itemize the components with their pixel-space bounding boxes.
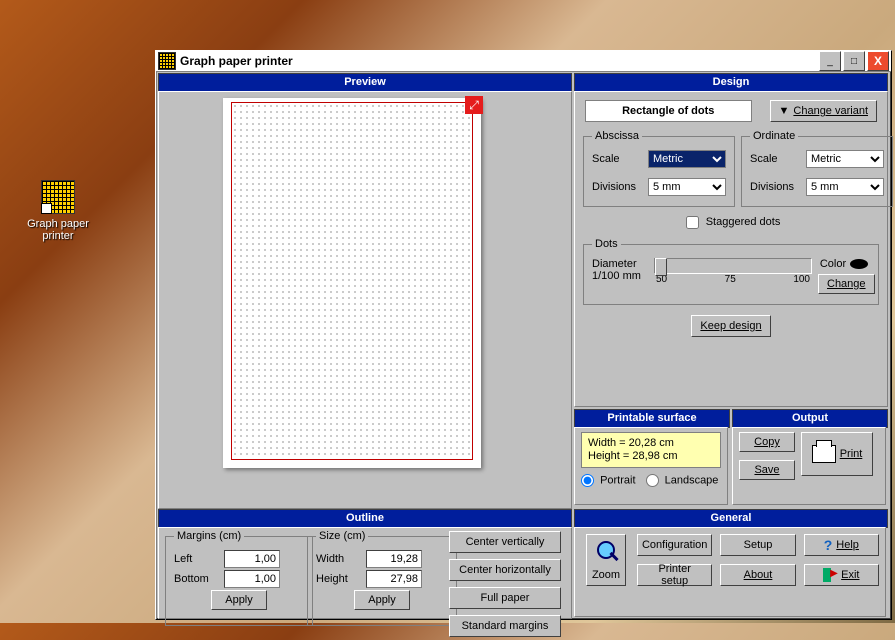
change-variant-button[interactable]: ▼ Change variant bbox=[770, 100, 878, 122]
printable-header: Printable surface bbox=[574, 409, 730, 428]
size-height-label: Height bbox=[316, 573, 360, 585]
margin-left-label: Left bbox=[174, 553, 218, 565]
size-apply-button[interactable]: Apply bbox=[354, 590, 410, 610]
outline-panel: Margins (cm) Left Bottom Apply Size (cm)… bbox=[158, 527, 572, 619]
printer-setup-button[interactable]: Printer setup bbox=[637, 564, 712, 586]
staggered-dots-checkbox[interactable] bbox=[686, 216, 699, 229]
ordinate-scale-select[interactable]: Metric bbox=[806, 150, 884, 168]
printable-height: Height = 28,98 cm bbox=[588, 450, 714, 463]
preview-dot-area bbox=[231, 102, 473, 460]
portrait-radio[interactable] bbox=[581, 474, 594, 487]
abscissa-divisions-label: Divisions bbox=[592, 181, 642, 193]
variant-name: Rectangle of dots bbox=[585, 100, 752, 122]
size-height-input[interactable] bbox=[366, 570, 422, 588]
help-button[interactable]: ? Help bbox=[804, 534, 879, 556]
printable-panel: Width = 20,28 cm Height = 28,98 cm Portr… bbox=[574, 427, 728, 505]
close-button[interactable]: X bbox=[867, 51, 889, 71]
preview-header: Preview bbox=[158, 73, 572, 92]
margins-legend: Margins (cm) bbox=[174, 530, 244, 542]
abscissa-legend: Abscissa bbox=[592, 130, 642, 142]
abscissa-fieldset: Abscissa Scale Metric Divisions 5 mm bbox=[583, 130, 735, 207]
dots-legend: Dots bbox=[592, 238, 621, 250]
diameter-slider[interactable] bbox=[654, 258, 812, 274]
orientation-portrait[interactable]: Portrait bbox=[581, 474, 636, 487]
setup-button[interactable]: Setup bbox=[720, 534, 795, 556]
printer-icon bbox=[812, 445, 836, 463]
diameter-unit: 1/100 mm bbox=[592, 270, 648, 282]
titlebar[interactable]: Graph paper printer _ □ X bbox=[156, 51, 891, 72]
grid-icon bbox=[41, 180, 75, 214]
ordinate-divisions-label: Divisions bbox=[750, 181, 800, 193]
orientation-landscape[interactable]: Landscape bbox=[646, 474, 719, 487]
ordinate-divisions-select[interactable]: 5 mm bbox=[806, 178, 884, 196]
copy-button[interactable]: Copy bbox=[739, 432, 795, 452]
tick-max: 100 bbox=[793, 274, 810, 285]
maximize-button[interactable]: □ bbox=[843, 51, 865, 71]
center-vertically-button[interactable]: Center vertically bbox=[449, 531, 561, 553]
size-width-label: Width bbox=[316, 553, 360, 565]
abscissa-divisions-select[interactable]: 5 mm bbox=[648, 178, 726, 196]
abscissa-scale-select[interactable]: Metric bbox=[648, 150, 726, 168]
design-header: Design bbox=[574, 73, 888, 92]
diameter-slider-thumb[interactable] bbox=[655, 258, 667, 276]
size-fieldset: Size (cm) Width Height Apply bbox=[307, 530, 457, 626]
tick-mid: 75 bbox=[725, 274, 736, 285]
abscissa-scale-label: Scale bbox=[592, 153, 642, 165]
minimize-button[interactable]: _ bbox=[819, 51, 841, 71]
exit-button[interactable]: Exit bbox=[804, 564, 879, 586]
output-panel: Copy Save Print bbox=[732, 427, 886, 505]
ordinate-scale-label: Scale bbox=[750, 153, 800, 165]
preview-page: ⤢ bbox=[223, 98, 481, 468]
outline-header: Outline bbox=[158, 509, 572, 528]
desktop-shortcut[interactable]: Graph paper printer bbox=[18, 180, 98, 242]
desktop-shortcut-label: Graph paper printer bbox=[18, 218, 98, 242]
margins-fieldset: Margins (cm) Left Bottom Apply bbox=[165, 530, 313, 626]
help-icon: ? bbox=[824, 537, 833, 553]
app-icon bbox=[158, 52, 176, 70]
margin-bottom-input[interactable] bbox=[224, 570, 280, 588]
configuration-button[interactable]: Configuration bbox=[637, 534, 712, 556]
printable-dimensions: Width = 20,28 cm Height = 28,98 cm bbox=[581, 432, 721, 468]
center-horizontally-button[interactable]: Center horizontally bbox=[449, 559, 561, 581]
change-color-button[interactable]: Change bbox=[818, 274, 875, 294]
diameter-label: Diameter bbox=[592, 258, 648, 270]
magnifier-icon bbox=[595, 541, 617, 563]
print-button[interactable]: Print bbox=[801, 432, 873, 476]
staggered-dots-checkbox-label[interactable]: Staggered dots bbox=[682, 216, 781, 228]
window-title: Graph paper printer bbox=[180, 54, 819, 68]
standard-margins-button[interactable]: Standard margins bbox=[449, 615, 561, 637]
ordinate-legend: Ordinate bbox=[750, 130, 798, 142]
dots-fieldset: Dots Diameter 1/100 mm 50 75 100 bbox=[583, 238, 879, 305]
design-panel: Rectangle of dots ▼ Change variant Absci… bbox=[574, 91, 888, 407]
dot-color-swatch bbox=[850, 259, 868, 269]
zoom-button[interactable]: Zoom bbox=[586, 534, 626, 586]
ordinate-fieldset: Ordinate Scale Metric Divisions 5 mm bbox=[741, 130, 893, 207]
margins-apply-button[interactable]: Apply bbox=[211, 590, 267, 610]
app-window: Graph paper printer _ □ X Preview ⤢ Outl… bbox=[155, 50, 892, 620]
landscape-radio[interactable] bbox=[646, 474, 659, 487]
printable-width: Width = 20,28 cm bbox=[588, 437, 714, 450]
keep-design-button[interactable]: Keep design bbox=[691, 315, 770, 337]
general-header: General bbox=[574, 509, 888, 528]
full-paper-button[interactable]: Full paper bbox=[449, 587, 561, 609]
size-width-input[interactable] bbox=[366, 550, 422, 568]
output-header: Output bbox=[732, 409, 888, 428]
margin-left-input[interactable] bbox=[224, 550, 280, 568]
save-button[interactable]: Save bbox=[739, 460, 795, 480]
resize-handle-icon[interactable]: ⤢ bbox=[465, 96, 483, 114]
size-legend: Size (cm) bbox=[316, 530, 368, 542]
general-panel: Zoom Configuration Setup ? Help Printer … bbox=[574, 527, 886, 617]
about-button[interactable]: About bbox=[720, 564, 795, 586]
preview-panel: ⤢ bbox=[158, 91, 572, 509]
chevron-down-icon: ▼ bbox=[779, 105, 790, 117]
margin-bottom-label: Bottom bbox=[174, 573, 218, 585]
color-label: Color bbox=[820, 258, 846, 270]
exit-icon bbox=[823, 568, 837, 582]
